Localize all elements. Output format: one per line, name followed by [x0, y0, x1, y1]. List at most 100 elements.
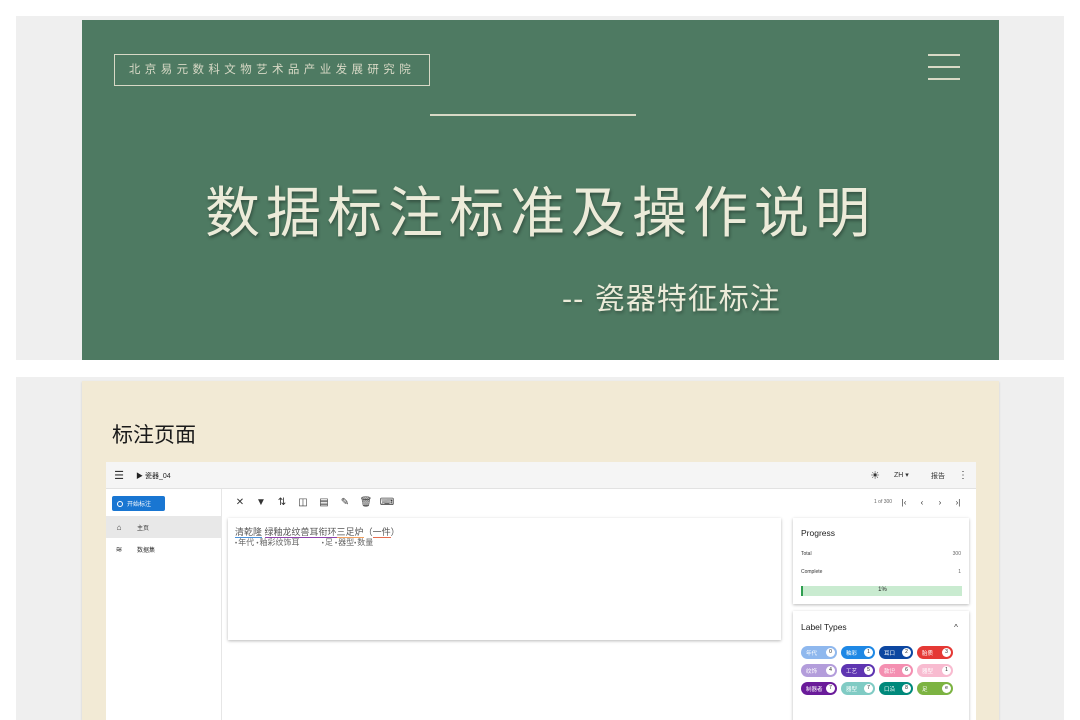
label-chip[interactable]: 耳口 2 — [879, 646, 913, 659]
tag-label: 器型 — [338, 538, 355, 547]
start-annotation-label: 开始标注 — [127, 502, 152, 508]
title-slide: 北京易元数科文物艺术品产业发展研究院 数据标注标准及操作说明 -- 瓷器特征标注 — [82, 20, 999, 360]
language-value: ZH — [894, 472, 904, 479]
next-page-icon[interactable]: › — [935, 497, 945, 507]
label-chip-count: 3 — [942, 648, 951, 657]
label-chip-name: 足 — [922, 686, 928, 693]
tag-dot-icon: • — [321, 541, 324, 547]
tag-quantity[interactable]: •数量 — [354, 538, 373, 547]
divider — [430, 114, 636, 116]
label-chip[interactable]: 胎质 3 — [917, 646, 953, 659]
language-select[interactable]: ZH ▾ — [894, 471, 909, 479]
sidebar-item-label: 主页 — [137, 525, 150, 532]
label-chip[interactable]: 器型 1 — [917, 664, 953, 677]
label-chip[interactable]: 纹饰 4 — [801, 664, 837, 677]
sort-icon[interactable]: ⇅ — [276, 496, 288, 508]
first-page-icon[interactable]: |‹ — [899, 497, 909, 507]
label-chip-name: 工艺 — [846, 668, 858, 675]
annotation-tags: •年代 •釉彩纹饰耳 •足 •器型•数量 — [235, 537, 373, 548]
label-chip-count: 2 — [902, 648, 911, 657]
chevron-up-icon[interactable]: ^ — [951, 622, 961, 632]
label-chip-name: 款识 — [884, 668, 896, 675]
total-row: Total 300 — [801, 551, 961, 557]
complete-row: Complete 1 — [801, 569, 961, 575]
tag-label: 数量 — [357, 538, 374, 547]
label-chip-name: 口沿 — [884, 686, 896, 693]
progress-card: Progress Total 300 Complete 1 1% — [793, 518, 969, 604]
text-span: ） — [390, 527, 400, 537]
label-chip[interactable]: 年代 0 — [801, 646, 837, 659]
tag-foot[interactable]: •足 — [322, 538, 333, 547]
tag-shape[interactable]: •器型 — [335, 538, 354, 547]
document-text-card[interactable]: 清乾隆 绿釉龙纹兽耳衔环三足炉（一件） •年代 •釉彩纹饰耳 •足 •器型•数量 — [228, 518, 781, 640]
label-chip-count: 4 — [826, 666, 835, 675]
text-span: （ — [363, 527, 373, 537]
complete-label: Complete — [801, 569, 823, 575]
label-chip[interactable]: 器型 7 — [841, 682, 875, 695]
split-view-icon[interactable]: ◫ — [297, 496, 309, 508]
document-title-text: 瓷器_04 — [144, 473, 171, 480]
total-label: Total — [801, 551, 812, 557]
label-chip-name: 纹饰 — [806, 668, 818, 675]
menu-icon[interactable]: ☰ — [112, 468, 126, 482]
label-chip[interactable]: 款识 6 — [879, 664, 913, 677]
page-heading: 标注页面 — [112, 423, 196, 447]
keyboard-icon[interactable]: ⌨ — [380, 496, 394, 508]
label-chip-count: 1 — [864, 648, 873, 657]
tag-label: 年代 — [238, 538, 255, 547]
document-title[interactable]: ▶ 瓷器_04 — [136, 471, 171, 481]
label-chip[interactable]: 足e — [917, 682, 953, 695]
label-chip-count: 6 — [902, 666, 911, 675]
tag-year[interactable]: •年代 — [235, 538, 254, 547]
more-vert-icon[interactable]: ⋮ — [958, 468, 968, 482]
label-chip[interactable]: 工艺 5 — [841, 664, 875, 677]
text-span[interactable]: 一件 — [372, 527, 391, 538]
complete-value: 1 — [958, 569, 961, 575]
previous-page-icon[interactable]: ‹ — [917, 497, 927, 507]
label-chip-name: 釉彩 — [846, 650, 858, 657]
label-chip-name: 器型 — [846, 686, 858, 693]
tag-label: 足 — [324, 538, 333, 547]
sidebar: 开始标注 ⌂ 主页 ≋ 数据集 — [106, 489, 222, 720]
annotation-app-screenshot: ☰ ▶ 瓷器_04 ☀ ZH ▾ 报告 ⋮ 开始标注 ⌂ 主页 ≋ 数据集 ✕ … — [106, 462, 976, 720]
label-chip[interactable]: 制器者 7 — [801, 682, 837, 695]
start-annotation-button[interactable]: 开始标注 — [112, 496, 165, 511]
sidebar-item-label: 数据集 — [137, 547, 156, 554]
progress-title: Progress — [801, 528, 836, 538]
comment-icon[interactable]: ▤ — [318, 496, 330, 508]
tag-glaze[interactable]: •釉彩纹饰耳 — [256, 538, 299, 547]
sidebar-item-home[interactable]: ⌂ 主页 — [106, 516, 222, 538]
tag-spacing — [299, 538, 319, 547]
progress-percent: 1% — [878, 587, 887, 593]
total-value: 300 — [952, 551, 961, 557]
label-types-card: Label Types ^ 年代 0 釉彩 1 耳口 2 胎质 3 纹饰 4 工艺 5 款识 6 器型 1 制器… — [793, 611, 969, 720]
label-chip-count: 7 — [864, 684, 873, 693]
tag-dot-icon: • — [335, 541, 338, 547]
organization-name: 北京易元数科文物艺术品产业发展研究院 — [114, 54, 430, 86]
label-chip-count: 5 — [864, 666, 873, 675]
slide-title: 数据标注标准及操作说明 — [204, 181, 876, 245]
label-chip[interactable]: 口沿 8 — [879, 682, 913, 695]
progress-bar: 1% — [801, 586, 962, 596]
tag-dot-icon: • — [354, 541, 357, 547]
slide-subtitle: -- 瓷器特征标注 — [562, 282, 781, 317]
label-chip-name: 制器者 — [806, 686, 823, 693]
brightness-icon[interactable]: ☀ — [868, 468, 882, 482]
play-icon: ▶ — [136, 473, 143, 480]
label-chip-name: 耳口 — [884, 650, 896, 657]
sidebar-item-dataset[interactable]: ≋ 数据集 — [106, 538, 222, 560]
annotation-page-slide: 标注页面 ☰ ▶ 瓷器_04 ☀ ZH ▾ 报告 ⋮ 开始标注 ⌂ 主页 ≋ 数… — [82, 381, 999, 720]
delete-icon[interactable]: 🗑 — [360, 496, 373, 508]
toolbar: ✕ ▼ ⇅ ◫ ▤ ✎ 🗑 ⌨ 1 of 300 |‹ ‹ › ›| — [230, 489, 976, 515]
last-page-icon[interactable]: ›| — [953, 497, 963, 507]
close-icon[interactable]: ✕ — [234, 496, 246, 508]
label-chip[interactable]: 釉彩 1 — [841, 646, 875, 659]
hamburger-menu-icon[interactable] — [928, 53, 960, 81]
tag-label: 釉彩纹饰耳 — [259, 538, 300, 547]
report-link[interactable]: 报告 — [931, 471, 945, 481]
play-circle-icon — [117, 500, 123, 507]
auto-label-icon[interactable]: ✎ — [339, 496, 351, 508]
label-chip-count: 7 — [826, 684, 835, 693]
filter-icon[interactable]: ▼ — [255, 496, 267, 508]
home-icon: ⌂ — [116, 522, 122, 532]
